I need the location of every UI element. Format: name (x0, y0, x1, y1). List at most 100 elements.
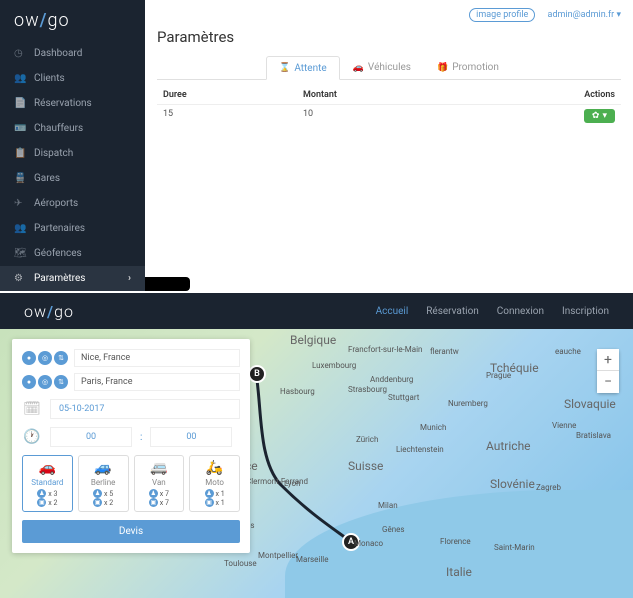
nav-inscription[interactable]: Inscription (562, 306, 609, 317)
pin-icon[interactable]: ● (22, 375, 36, 389)
map-label: Slovénie (490, 477, 535, 491)
pax-count: x 7 (160, 490, 169, 498)
admin-panel: ow/go ◷Dashboard 👥Clients 📄Réservations … (0, 0, 633, 275)
nav-connexion[interactable]: Connexion (497, 306, 544, 317)
person-icon: ♟ (205, 489, 214, 498)
page-title: Paramètres (157, 28, 621, 46)
front-nav: ow/go Accueil Réservation Connexion Insc… (0, 293, 633, 329)
map-label: Hasbourg (280, 387, 315, 396)
tab-promotion[interactable]: 🎁Promotion (424, 56, 512, 79)
hour-select[interactable]: 00 (50, 427, 132, 447)
swap-icon[interactable]: ⇅ (54, 351, 68, 365)
sidebar-item-chauffeurs[interactable]: 🪪 Chauffeurs (0, 116, 145, 141)
image-profile-badge[interactable]: image profile (469, 8, 535, 22)
map-label: Strasbourg (348, 385, 387, 394)
tab-vehicules[interactable]: 🚗 Véhicules (340, 56, 424, 79)
sidebar-item-gares[interactable]: 🚆Gares (0, 166, 145, 191)
map-label: Nuremberg (448, 399, 488, 408)
zoom-out-button[interactable]: − (597, 371, 619, 393)
target-icon[interactable]: ◎ (38, 351, 52, 365)
pax-count: x 3 (48, 490, 57, 498)
sidebar-item-dispatch[interactable]: 📋Dispatch (0, 141, 145, 166)
tab-label: Attente (294, 63, 326, 74)
table-row: 15 10 ✿▾ (157, 105, 621, 127)
sidebar-item-label: Clients (34, 73, 65, 84)
user-email[interactable]: admin@admin.fr ▾ (548, 10, 621, 20)
chauffeurs-icon: 🪪 (14, 123, 26, 134)
map-label: Montpellier (258, 551, 298, 560)
clock-icon: 🕐 (22, 429, 42, 445)
caret-down-icon: ▾ (616, 10, 621, 20)
tabs: ⌛ Attente 🚗 Véhicules 🎁Promotion (157, 56, 621, 80)
sidebar-item-label: Dispatch (34, 148, 73, 159)
map-label: Clermont-Ferrand (246, 477, 308, 486)
map-label: Bratislava (576, 431, 611, 440)
train-icon: 🚆 (14, 173, 26, 184)
map-zoom: + − (597, 349, 619, 393)
sidebar-item-parametres[interactable]: ⚙Paramètres› (0, 266, 145, 291)
vehicle-berline[interactable]: 🚙 Berline ♟x 5 ▣x 2 (78, 455, 129, 512)
sidebar-item-clients[interactable]: 👥Clients (0, 66, 145, 91)
minute-select[interactable]: 00 (150, 427, 232, 447)
nav-accueil[interactable]: Accueil (376, 306, 409, 317)
sidebar-item-dashboard[interactable]: ◷ Dashboard (0, 41, 145, 66)
vehicle-van[interactable]: 🚐 Van ♟x 7 ▣x 7 (134, 455, 185, 512)
vehicle-cards: 🚗 Standard ♟x 3 ▣x 2 🚙 Berline ♟x 5 ▣x 2… (22, 455, 240, 512)
bag-icon: ▣ (93, 498, 102, 507)
gift-icon: 🎁 (437, 63, 448, 73)
booking-panel: ow/go Accueil Réservation Connexion Insc… (0, 293, 633, 598)
tab-label: Véhicules (368, 62, 411, 73)
date-row: 🗓 (22, 399, 240, 419)
tab-attente[interactable]: ⌛ Attente (266, 56, 340, 80)
car-icon: 🚗 (353, 63, 364, 73)
vehicle-standard[interactable]: 🚗 Standard ♟x 3 ▣x 2 (22, 455, 73, 512)
map-label: Luxembourg (312, 361, 356, 370)
target-icon[interactable]: ◎ (38, 375, 52, 389)
map-label: Marseille (296, 555, 329, 564)
sidebar-item-label: Chauffeurs (34, 123, 83, 134)
sidebar-item-geofences[interactable]: 🗺Géofences (0, 241, 145, 266)
map-label: Milan (378, 501, 398, 510)
pin-icon[interactable]: ● (22, 351, 36, 365)
bag-count: x 7 (160, 499, 169, 507)
map-label: Belgique (290, 333, 336, 347)
sidebar-item-reservations[interactable]: 📄Réservations (0, 91, 145, 116)
row-action-button[interactable]: ✿▾ (584, 109, 615, 123)
bag-icon: ▣ (149, 498, 158, 507)
devis-button[interactable]: Devis (22, 520, 240, 543)
sidebar-item-label: Géofences (34, 248, 82, 259)
nav-reservation[interactable]: Réservation (426, 306, 479, 317)
map-label: Gênes (382, 525, 404, 534)
marker-b[interactable]: B (248, 365, 266, 383)
map-label: Anddenburg (370, 375, 413, 384)
zoom-in-button[interactable]: + (597, 349, 619, 371)
bag-icon: ▣ (205, 498, 214, 507)
vehicle-moto[interactable]: 🛵 Moto ♟x 1 ▣x 1 (189, 455, 240, 512)
date-input[interactable] (50, 399, 240, 419)
time-row: 🕐 00 : 00 (22, 427, 240, 447)
moto-icon: 🛵 (192, 460, 237, 476)
chevron-right-icon: › (128, 273, 131, 284)
map-label: Zürich (356, 435, 378, 444)
map-label: Suisse (348, 459, 383, 473)
map-label: Italie (446, 565, 472, 579)
vehicle-name: Standard (25, 478, 70, 487)
swap-icon[interactable]: ⇅ (54, 375, 68, 389)
bag-count: x 2 (104, 499, 113, 507)
van-icon: 🚐 (137, 460, 182, 476)
sidebar-item-aeroports[interactable]: ✈Aéroports (0, 191, 145, 216)
hourglass-icon: ⌛ (279, 63, 290, 73)
origin-row: ● ◎ ⇅ (22, 349, 240, 367)
map-label: Zagreb (536, 483, 561, 492)
origin-input[interactable] (74, 349, 240, 367)
sidebar-item-label: Paramètres (34, 273, 85, 284)
sidebar-item-label: Dashboard (34, 48, 82, 59)
plane-icon: ✈ (14, 198, 26, 209)
dashboard-icon: ◷ (14, 48, 26, 59)
bag-count: x 2 (48, 499, 57, 507)
destination-input[interactable] (74, 373, 240, 391)
vehicle-name: Van (137, 478, 182, 487)
sidebar-item-label: Partenaires (34, 223, 85, 234)
cell-duree: 15 (163, 109, 303, 123)
sidebar-item-partenaires[interactable]: 👥Partenaires (0, 216, 145, 241)
